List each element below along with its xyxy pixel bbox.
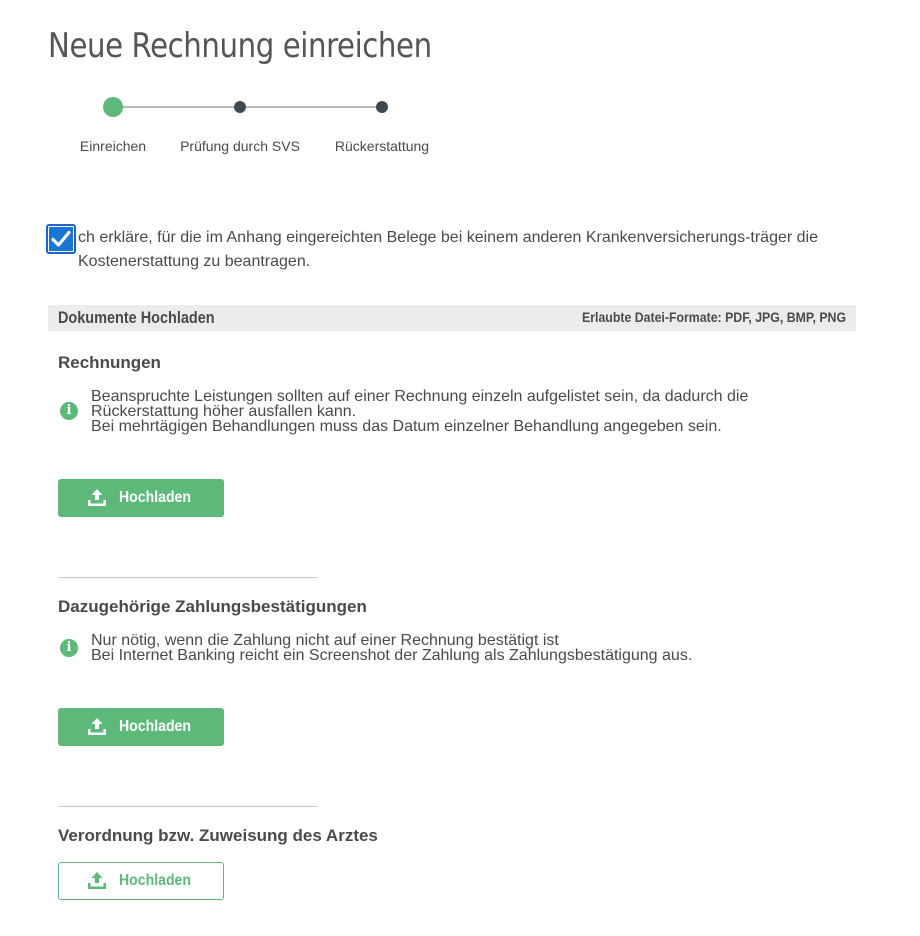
declaration-text: ch erkläre, für die im Anhang eingereich… — [78, 229, 818, 270]
payment-confirmations-info: Nur nötig, wenn die Zahlung nicht auf ei… — [91, 632, 811, 664]
info-line: Beanspruchte Leistungen sollten auf eine… — [91, 388, 749, 420]
upload-button-label: Hochladen — [119, 489, 191, 506]
prescription-heading: Verordnung bzw. Zuweisung des Arztes — [58, 826, 378, 845]
upload-icon — [88, 718, 106, 735]
step-3-dot — [376, 101, 388, 113]
payment-confirmations-heading: Dazugehörige Zahlungsbestätigungen — [58, 597, 367, 616]
info-line: Nur nötig, wenn die Zahlung nicht auf ei… — [91, 632, 559, 649]
step-1-dot — [103, 97, 123, 117]
info-icon: i — [60, 402, 78, 420]
section-divider — [58, 806, 318, 807]
upload-icon — [88, 872, 106, 889]
prescription-upload-button[interactable]: Hochladen — [58, 862, 224, 900]
upload-button-label: Hochladen — [119, 718, 191, 735]
info-line: Bei Internet Banking reicht ein Screensh… — [91, 647, 693, 664]
step-3-label: Rückerstattung — [334, 138, 430, 154]
invoices-upload-button[interactable]: Hochladen — [58, 479, 224, 517]
step-2-dot — [234, 101, 246, 113]
invoices-heading: Rechnungen — [58, 353, 161, 372]
stepper-connector — [113, 106, 381, 108]
documents-section-header: Dokumente Hochladen Erlaubte Datei-Forma… — [48, 305, 856, 331]
documents-title: Dokumente Hochladen — [58, 308, 215, 327]
allowed-formats: Erlaubte Datei-Formate: PDF, JPG, BMP, P… — [581, 309, 846, 325]
step-1-label: Einreichen — [79, 138, 147, 154]
upload-icon — [88, 489, 106, 506]
page-title: Neue Rechnung einreichen — [48, 26, 432, 66]
upload-button-label: Hochladen — [119, 872, 191, 889]
info-icon: i — [60, 639, 78, 657]
info-line: Bei mehrtägigen Behandlungen muss das Da… — [91, 418, 722, 435]
check-icon — [51, 230, 71, 247]
payment-confirmations-upload-button[interactable]: Hochladen — [58, 708, 224, 746]
declaration-checkbox[interactable] — [46, 224, 76, 254]
step-2-label: Prüfung durch SVS — [180, 138, 300, 154]
invoices-info: Beanspruchte Leistungen sollten auf eine… — [91, 388, 811, 435]
section-divider — [58, 577, 318, 578]
